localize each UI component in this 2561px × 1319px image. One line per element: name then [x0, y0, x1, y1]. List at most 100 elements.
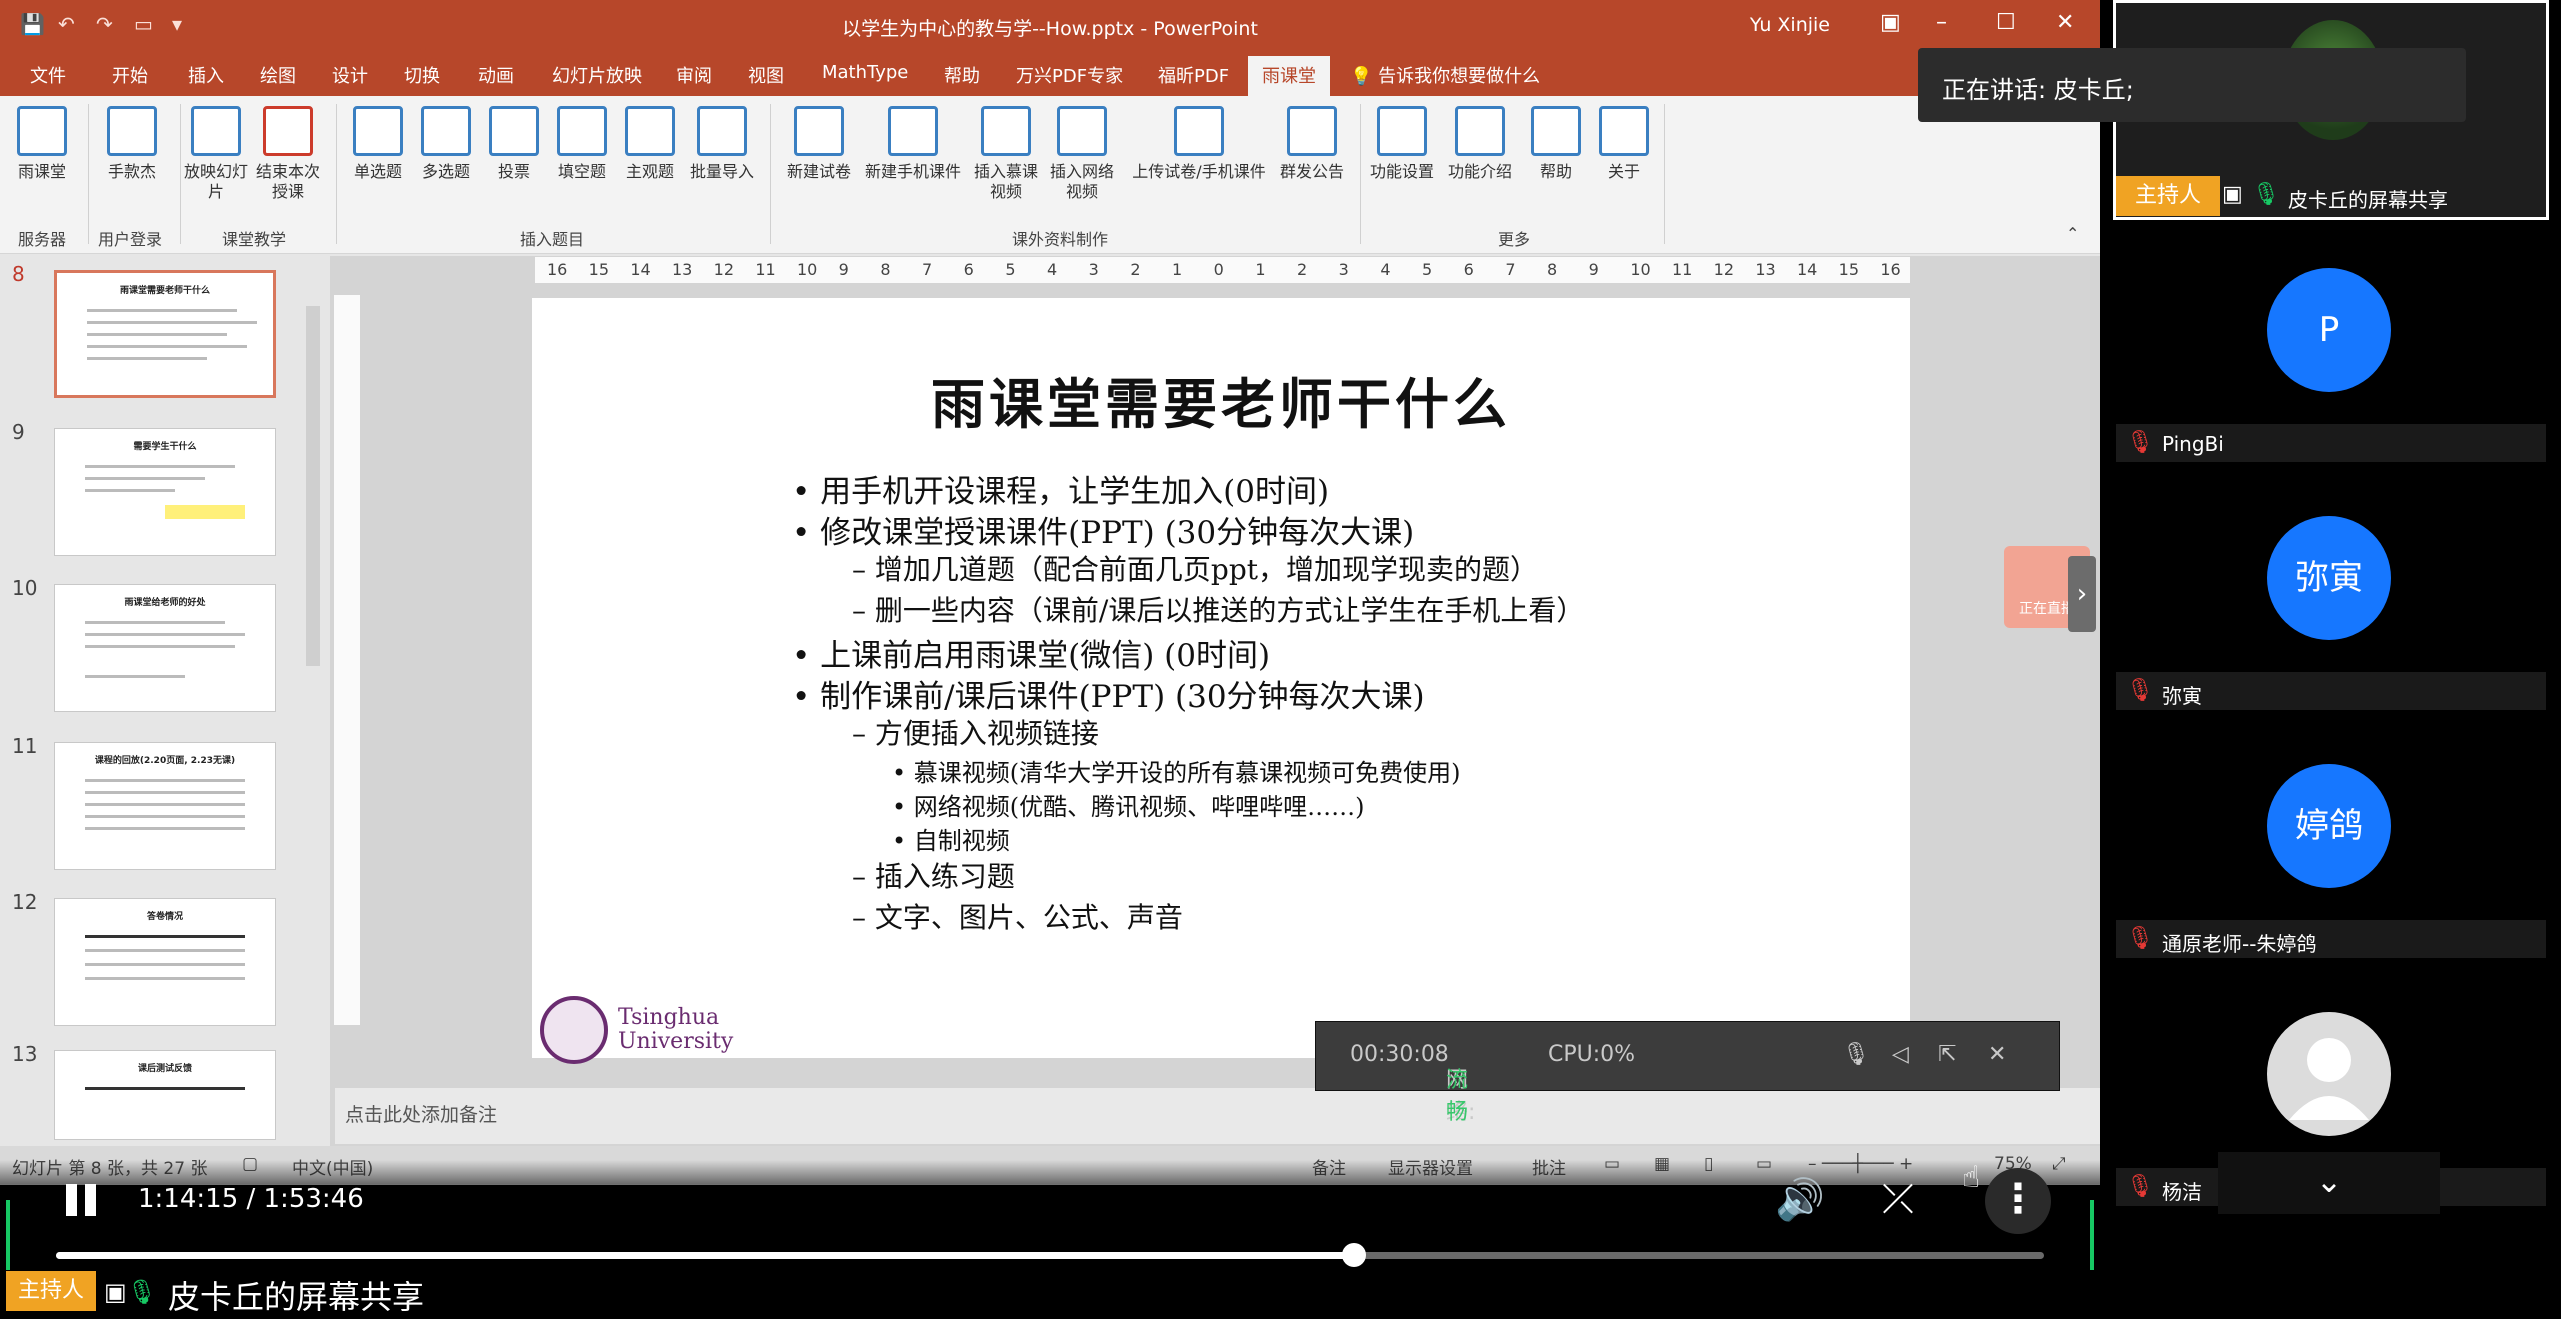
- ruler-tick: 14: [1797, 260, 1818, 279]
- ruler-tick: 2: [1297, 260, 1308, 279]
- slide-thumbnail[interactable]: 雨课堂需要老师干什么: [54, 270, 276, 398]
- multi-choice-button[interactable]: 多选题: [410, 106, 482, 182]
- collapse-ribbon-icon[interactable]: ⌃: [2066, 224, 2079, 243]
- ruler-tick: 11: [755, 260, 776, 279]
- thumb-line: [87, 309, 237, 312]
- meeting-floating-bar: 00:30:08 网络: 流畅 CPU:0% 🎙 ◁ ⇱ ✕: [1315, 1021, 2060, 1125]
- fill-blank-button[interactable]: 填空题: [546, 106, 618, 182]
- close-overlay-icon[interactable]: ✕: [1988, 1042, 2006, 1067]
- rain-classroom-button[interactable]: 雨课堂: [6, 106, 78, 182]
- user-name[interactable]: Yu Xinjie: [1750, 14, 1830, 36]
- slide-thumbnail[interactable]: 需要学生干什么: [54, 428, 276, 556]
- multi-choice-icon: [421, 106, 471, 156]
- share-name: 皮卡丘的屏幕共享: [168, 1278, 425, 1316]
- thumb-title: 雨课堂给老师的好处: [124, 598, 206, 608]
- participant-name-bar: 🎙 PingBi: [2116, 424, 2546, 462]
- tab-animations[interactable]: 动画: [478, 62, 514, 88]
- tab-file[interactable]: 文件: [30, 62, 66, 88]
- single-choice-icon: [353, 106, 403, 156]
- tab-help[interactable]: 帮助: [944, 62, 980, 88]
- tab-draw[interactable]: 绘图: [260, 62, 296, 88]
- vote-button[interactable]: 投票: [478, 106, 550, 182]
- divider: [336, 104, 337, 244]
- subjective-button[interactable]: 主观题: [614, 106, 686, 182]
- about-button[interactable]: 关于: [1588, 106, 1660, 182]
- slide-thumbnail[interactable]: 答卷情况: [54, 898, 276, 1026]
- tab-mathtype[interactable]: MathType: [822, 62, 908, 83]
- tab-home[interactable]: 开始: [112, 62, 148, 88]
- broadcast-notice-button[interactable]: 群发公告: [1276, 106, 1348, 182]
- ruler-tick: 13: [1755, 260, 1776, 279]
- popout-icon[interactable]: ⇱: [1938, 1042, 1956, 1067]
- function-intro-button[interactable]: 功能介绍: [1444, 106, 1516, 182]
- speaker-name: 皮卡丘的屏幕共享: [2288, 188, 2448, 212]
- new-test-label: 新建试卷: [786, 162, 851, 181]
- end-class-button[interactable]: 结束本次授课: [252, 106, 324, 202]
- tab-view[interactable]: 视图: [748, 62, 784, 88]
- person-silhouette-icon: [2289, 1038, 2369, 1120]
- tab-review[interactable]: 审阅: [676, 62, 712, 88]
- default-avatar-icon[interactable]: [2267, 1012, 2391, 1136]
- bullet-level-2: – 插入练习题: [852, 860, 1015, 893]
- tab-wondershare-pdf[interactable]: 万兴PDF专家: [1016, 62, 1123, 88]
- chevron-right-icon[interactable]: ›: [2068, 556, 2096, 632]
- new-mobile-courseware-label: 新建手机课件: [864, 162, 961, 181]
- insert-web-video-button[interactable]: 插入网络视频: [1046, 106, 1118, 202]
- speaker-icon[interactable]: ◁: [1892, 1042, 1909, 1067]
- group-user-login: 用户登录: [98, 230, 163, 249]
- batch-import-button[interactable]: 批量导入: [686, 106, 758, 182]
- tab-rain-classroom[interactable]: 雨课堂: [1248, 56, 1330, 100]
- thumb-line: [85, 779, 245, 782]
- maximize-icon[interactable]: ☐: [1996, 10, 2016, 35]
- chevron-down-icon[interactable]: ⌄: [2218, 1152, 2440, 1214]
- ribbon-display-icon[interactable]: ▣: [1880, 10, 1901, 35]
- upload-courseware-button[interactable]: 上传试卷/手机课件: [1124, 106, 1274, 182]
- ruler-tick: 15: [1838, 260, 1860, 279]
- avatar[interactable]: 弥寅: [2267, 516, 2391, 640]
- tab-insert[interactable]: 插入: [188, 62, 224, 88]
- thumb-line: [85, 977, 245, 980]
- microphone-icon[interactable]: 🎙: [1842, 1042, 1870, 1067]
- slide-thumbnail[interactable]: 课程的回放(2.20页面, 2.23无课): [54, 742, 276, 870]
- exit-fullscreen-icon[interactable]: ⤫: [1882, 1176, 1914, 1222]
- thumb-highlight: [165, 505, 245, 519]
- pause-button[interactable]: [58, 1178, 104, 1224]
- group-server: 服务器: [18, 230, 67, 249]
- insert-mooc-video-button[interactable]: 插入慕课视频: [970, 106, 1042, 202]
- single-choice-button[interactable]: 单选题: [342, 106, 414, 182]
- user-login-button[interactable]: 手款杰: [96, 106, 168, 182]
- progress-handle[interactable]: [1341, 1243, 1366, 1267]
- tab-foxit-pdf[interactable]: 福昕PDF: [1158, 62, 1229, 88]
- vote-label: 投票: [497, 162, 530, 181]
- start-slideshow-button[interactable]: 放映幻灯片: [180, 106, 252, 202]
- avatar[interactable]: 婷鸽: [2267, 764, 2391, 888]
- progress-bar[interactable]: [56, 1243, 2044, 1267]
- more-options-icon[interactable]: ⋮: [1985, 1168, 2051, 1234]
- help-button[interactable]: 帮助: [1520, 106, 1592, 182]
- tell-me-search[interactable]: 💡 告诉我你想要做什么: [1350, 62, 1540, 88]
- ruler-tick: 0: [1213, 260, 1224, 279]
- tab-design[interactable]: 设计: [332, 62, 368, 88]
- new-test-button[interactable]: 新建试卷: [778, 106, 860, 182]
- batch-import-label: 批量导入: [689, 162, 754, 181]
- slide-thumbnail[interactable]: 雨课堂给老师的好处: [54, 584, 276, 712]
- notes-pane[interactable]: 点击此处添加备注: [335, 1088, 2100, 1144]
- function-settings-button[interactable]: 功能设置: [1366, 106, 1438, 182]
- thumbnails-scrollbar[interactable]: [304, 256, 322, 1146]
- minimize-icon[interactable]: –: [1936, 10, 1947, 35]
- close-icon[interactable]: ✕: [2056, 10, 2074, 35]
- tsinghua-seal-icon: [540, 996, 608, 1064]
- pause-bar: [66, 1184, 77, 1216]
- thumb-line: [87, 321, 257, 324]
- tab-transitions[interactable]: 切换: [404, 62, 440, 88]
- current-slide[interactable]: 雨课堂需要老师干什么 • 用手机开设课程，让学生加入(0时间) • 修改课堂授课课…: [532, 298, 1910, 1064]
- tab-slideshow[interactable]: 幻灯片放映: [552, 62, 642, 88]
- new-mobile-courseware-button[interactable]: 新建手机课件: [858, 106, 968, 182]
- avatar[interactable]: P: [2267, 268, 2391, 392]
- volume-icon[interactable]: 🔊: [1775, 1176, 1825, 1223]
- slide-thumbnail[interactable]: 课后测试反馈: [54, 1050, 276, 1140]
- thumb-number: 11: [12, 734, 38, 758]
- help-icon: [1531, 106, 1581, 156]
- scroll-thumb[interactable]: [306, 306, 320, 666]
- help-label: 帮助: [1539, 162, 1572, 181]
